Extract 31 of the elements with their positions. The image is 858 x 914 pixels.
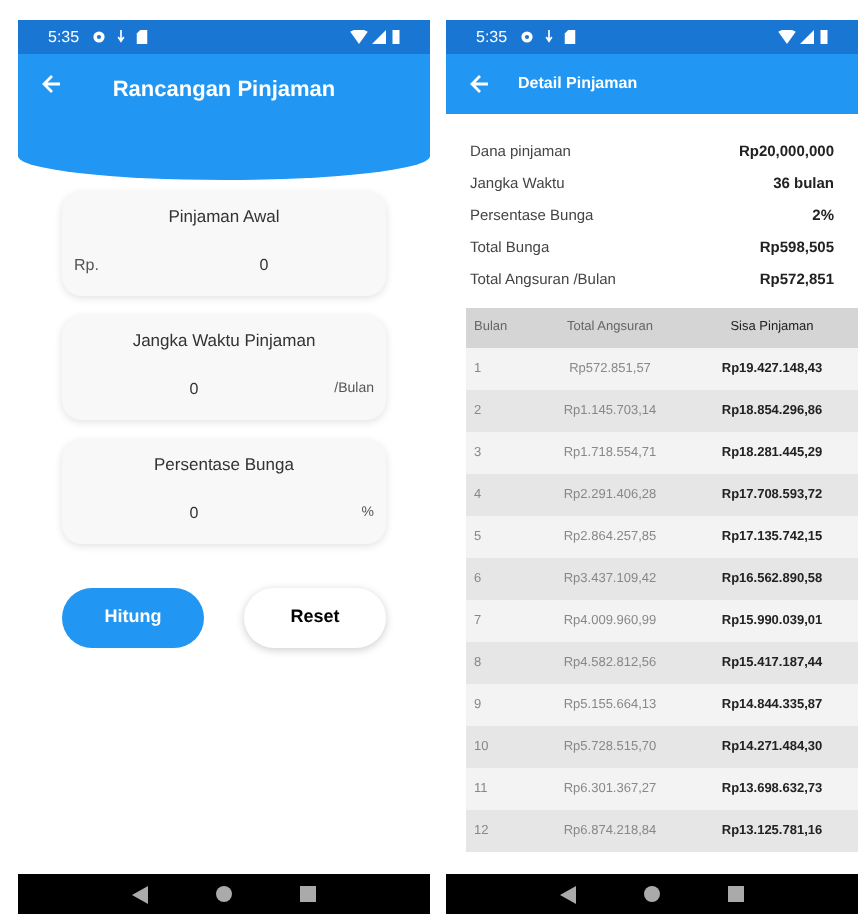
wifi-icon (778, 30, 796, 44)
wifi-icon (350, 30, 368, 44)
sd-card-icon (135, 30, 148, 44)
field-prefix: Rp. (74, 253, 101, 278)
field-label: Jangka Waktu Pinjaman (130, 328, 318, 354)
sd-card-icon (563, 30, 576, 44)
field-value: 0 (187, 377, 201, 402)
field-value: 0 (257, 253, 271, 278)
battery-icon (392, 30, 400, 44)
screen-title: Detail Pinjaman (518, 72, 638, 96)
battery-icon (820, 30, 828, 44)
field-value: 0 (187, 501, 201, 526)
gear-icon (91, 30, 106, 44)
status-time: 5:35 (48, 25, 80, 49)
back-arrow-icon[interactable] (470, 74, 490, 94)
home-icon[interactable] (216, 886, 232, 902)
signal-icon (800, 30, 814, 44)
screen-title: Rancangan Pinjaman (110, 76, 338, 106)
input-card[interactable]: Pinjaman Awal Rp. 0 (62, 192, 386, 296)
home-icon[interactable] (644, 886, 660, 902)
status-time: 5:35 (476, 25, 508, 49)
field-label: Persentase Bunga (152, 452, 296, 478)
signal-icon (372, 30, 386, 44)
field-label: Pinjaman Awal (166, 204, 282, 230)
back-arrow-icon[interactable] (42, 74, 62, 94)
download-icon (115, 30, 126, 44)
download-icon (543, 30, 554, 44)
reset-button[interactable]: Reset (244, 588, 386, 648)
back-icon[interactable] (132, 885, 148, 903)
gear-icon (519, 30, 534, 44)
back-icon[interactable] (560, 885, 576, 903)
